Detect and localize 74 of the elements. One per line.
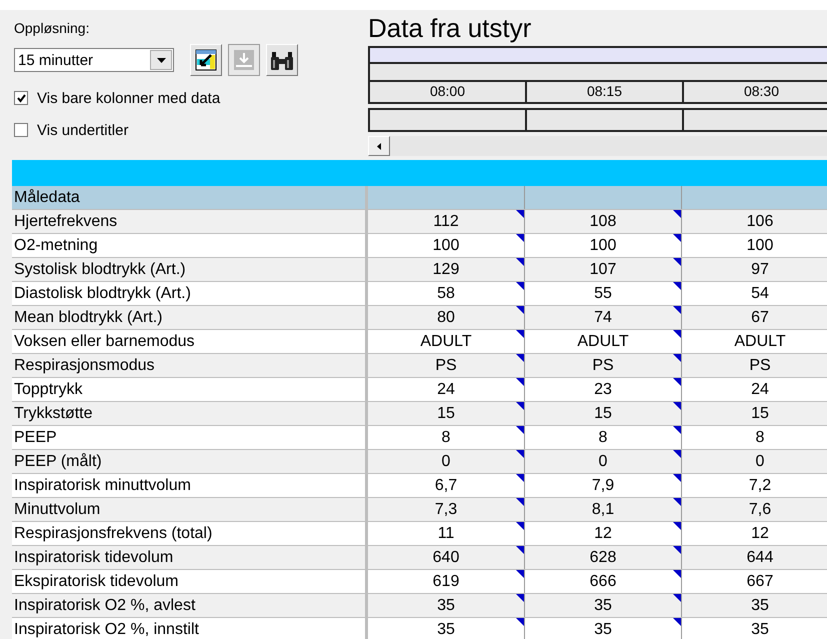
table-cell: 7,9 [592,477,614,494]
table-cell: PS [592,357,614,374]
table-cell: 7,2 [748,477,772,494]
table-cell: 8 [598,429,608,446]
table-cell: 24 [437,381,455,398]
table-cell: 8,1 [592,501,614,518]
row-label: Inspiratorisk O2 %, innstilt [12,618,368,639]
table-cell: 7,6 [748,501,772,518]
resolution-dropdown[interactable]: 15 minutter [14,48,174,72]
table-cell: 15 [594,405,612,422]
binoculars-icon [270,49,294,71]
table-cell: 35 [751,597,769,614]
checkbox[interactable] [14,123,28,137]
table-cell: PS [435,357,457,374]
table-cell: 640 [432,549,460,566]
time-header: 08:00 [370,82,527,102]
table-cell: PS [749,357,771,374]
table-cell: ADULT [734,333,786,350]
table-cell: 55 [594,285,612,302]
table-cell: 129 [432,261,460,278]
table-cell: 23 [594,381,612,398]
table-cell: 0 [598,453,608,470]
table-cell: 0 [442,453,450,470]
left-arrow-icon [377,142,381,150]
table-cell: 35 [594,597,612,614]
table-cell: 666 [590,573,616,590]
table-cell: 628 [590,549,616,566]
table-cell: 619 [432,573,460,590]
table-cell: 58 [437,285,455,302]
scroll-left-button[interactable] [368,136,390,156]
checkbox-label: Vis bare kolonner med data [37,90,220,106]
time-header: 08:15 [527,82,684,102]
table-cell: 112 [433,213,459,230]
table-cell: 24 [751,381,769,398]
table-cell: 100 [590,237,616,254]
table-cell: 100 [746,237,774,254]
table-cell: 8 [756,429,764,446]
table-cell: 97 [751,261,769,278]
table-cell: 12 [594,525,612,542]
table-cell: ADULT [420,333,472,350]
table-cell: 67 [751,309,769,326]
table-cell: 35 [594,621,612,638]
table-cell: 8 [442,429,450,446]
table-cell: 11 [438,525,454,542]
page-title: Data fra utstyr [368,12,532,44]
download-icon [233,49,255,71]
table-cell: 35 [437,597,455,614]
table-cell: 54 [751,285,769,302]
table-cell: ADULT [577,333,629,350]
checkbox[interactable] [14,91,28,105]
table-cell: 80 [437,309,455,326]
table-cell: 107 [590,261,616,278]
checkbox-label: Vis undertitler [37,122,128,138]
table-cell: 644 [746,549,774,566]
binoculars-button[interactable] [266,44,298,76]
table-cell: 7,3 [434,501,458,518]
table-cell: 35 [437,621,455,638]
chart-window-button[interactable] [190,44,222,76]
resolution-label: Oppløsning: [14,20,90,36]
download-button[interactable] [228,44,260,76]
table-cell: 667 [746,573,774,590]
table-cell: 35 [751,621,769,638]
table-cell: 108 [590,213,616,230]
table-cell: 100 [432,237,460,254]
time-header: 08:30 [684,82,827,102]
table-cell: 0 [756,453,764,470]
table-cell: 106 [746,213,774,230]
table-cell: 15 [437,405,455,422]
table-cell: 15 [751,405,769,422]
check-icon [16,94,26,102]
table-cell: 12 [751,525,769,542]
dropdown-arrow-icon [156,58,166,62]
table-cell: 6,7 [434,477,458,494]
table-cell: 74 [594,309,612,326]
